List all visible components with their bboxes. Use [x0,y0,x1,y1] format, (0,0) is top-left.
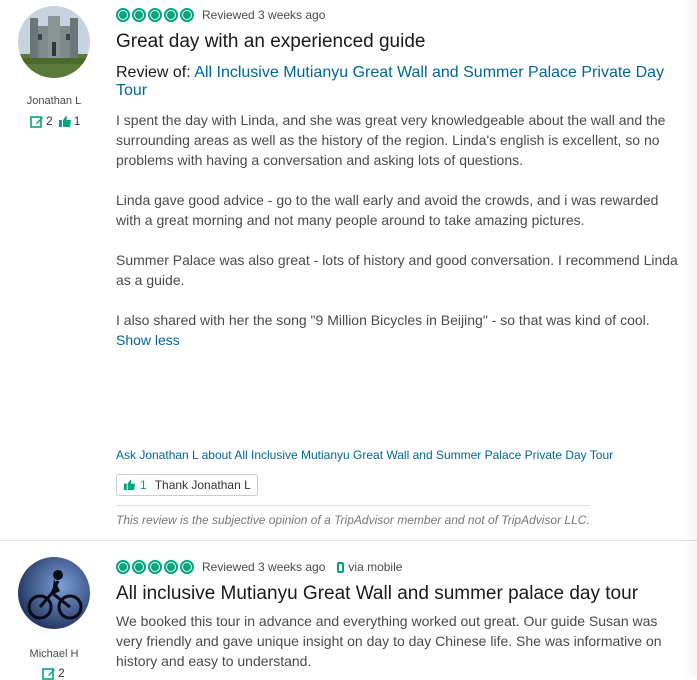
ask-reviewer-link[interactable]: Ask Jonathan L about All Inclusive Mutia… [116,448,613,462]
mobile-phone-icon [337,561,345,573]
thank-label: Thank Jonathan L [154,478,251,492]
rating-bubble-icon [164,560,178,574]
rating-row: Reviewed 3 weeks ago [116,6,325,24]
avatar[interactable] [18,557,90,629]
via-mobile: via mobile [337,560,402,574]
rating-bubble-icon [148,8,162,22]
helpful-vote-count: 1 [73,114,81,128]
review-count: 2 [46,114,53,128]
bubble-rating [116,8,194,22]
thank-count: 1 [140,478,147,492]
avatar-photo-icon [18,557,90,629]
show-less-link[interactable]: Show less [116,330,686,350]
review-count: 2 [58,666,65,680]
review-paragraph: I spent the day with Linda, and she was … [116,112,666,168]
review-of-label: Review of: [116,64,191,81]
review-paragraph: We booked this tour in advance and every… [116,613,662,669]
bubble-rating [116,560,194,574]
review-body: We booked this tour in advance and every… [116,611,686,671]
via-mobile-label: via mobile [348,560,403,574]
rating-bubble-icon [116,8,130,22]
review-body: I spent the day with Linda, and she was … [116,110,686,350]
review-of-link[interactable]: All Inclusive Mutianyu Great Wall and Su… [116,64,664,99]
review-paragraph: Summer Palace was also great - lots of h… [116,252,678,288]
rating-bubble-icon [116,560,130,574]
rating-bubble-icon [148,560,162,574]
review-card: Michael H 2 Reviewed 3 weeks ago via mob… [0,552,697,680]
page-edge-shadow [683,0,697,677]
avatar-photo-icon [18,6,90,78]
review-pencil-icon [42,667,55,680]
rating-row: Reviewed 3 weeks ago via mobile [116,558,402,576]
rating-bubble-icon [164,8,178,22]
avatar[interactable] [18,6,90,78]
user-contribution-counts: 2 [42,666,65,680]
thank-reviewer-button[interactable]: 1 Thank Jonathan L [116,474,258,496]
review-paragraph: Linda gave good advice - go to the wall … [116,192,659,228]
rating-bubble-icon [180,560,194,574]
review-pencil-icon [30,115,43,128]
username[interactable]: Michael H [0,648,108,660]
review-title[interactable]: Great day with an experienced guide [116,31,425,53]
review-date: Reviewed 3 weeks ago [202,8,326,22]
review-separator [0,540,697,541]
thumbs-up-icon [58,115,71,127]
divider [116,505,590,506]
disclaimer: This review is the subjective opinion of… [116,513,590,527]
rating-bubble-icon [132,560,146,574]
rating-bubble-icon [180,8,194,22]
rating-bubble-icon [132,8,146,22]
review-card: Jonathan L 2 1 Reviewed 3 weeks ago Grea… [0,0,697,540]
review-paragraph: I also shared with her the song "9 Milli… [116,312,650,328]
review-title[interactable]: All inclusive Mutianyu Great Wall and su… [116,583,638,605]
review-of: Review of: All Inclusive Mutianyu Great … [116,64,686,100]
review-date: Reviewed 3 weeks ago [202,560,326,574]
username[interactable]: Jonathan L [0,95,108,107]
user-contribution-counts: 2 1 [30,114,80,128]
thumbs-up-icon [123,479,136,491]
